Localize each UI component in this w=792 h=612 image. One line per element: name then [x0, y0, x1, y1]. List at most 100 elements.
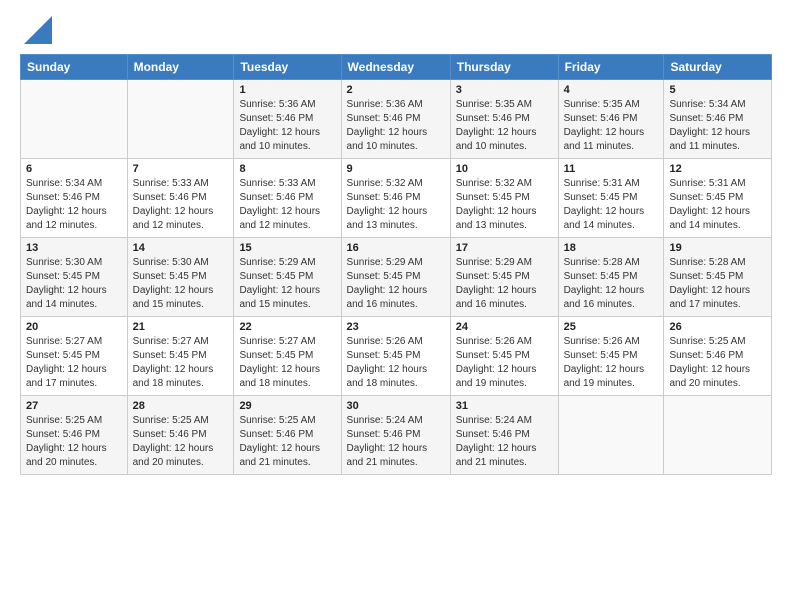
- day-info: Sunrise: 5:25 AMSunset: 5:46 PMDaylight:…: [239, 415, 320, 468]
- calendar-cell: 14 Sunrise: 5:30 AMSunset: 5:45 PMDayligh…: [127, 238, 234, 317]
- col-header-wednesday: Wednesday: [341, 55, 450, 80]
- day-info: Sunrise: 5:26 AMSunset: 5:45 PMDaylight:…: [456, 336, 537, 389]
- calendar-cell: 7Sunrise: 5:33 AMSunset: 5:46 PMDaylight…: [127, 159, 234, 238]
- col-header-friday: Friday: [558, 55, 664, 80]
- day-info: Sunrise: 5:32 AMSunset: 5:45 PMDaylight:…: [456, 178, 537, 231]
- calendar-week-2: 13 Sunrise: 5:30 AMSunset: 5:45 PMDayligh…: [21, 238, 772, 317]
- calendar-cell: 30 Sunrise: 5:24 AMSunset: 5:46 PMDayligh…: [341, 396, 450, 475]
- calendar-cell: 8 Sunrise: 5:33 AMSunset: 5:46 PMDaylight…: [234, 159, 341, 238]
- day-number: 17: [456, 242, 553, 254]
- day-info: Sunrise: 5:24 AMSunset: 5:46 PMDaylight:…: [456, 415, 537, 468]
- calendar-cell: 19 Sunrise: 5:28 AMSunset: 5:45 PMDayligh…: [664, 238, 772, 317]
- day-info: Sunrise: 5:31 AMSunset: 5:45 PMDaylight:…: [564, 178, 645, 231]
- calendar-cell: 9Sunrise: 5:32 AMSunset: 5:46 PMDaylight…: [341, 159, 450, 238]
- calendar-cell: 27Sunrise: 5:25 AMSunset: 5:46 PMDayligh…: [21, 396, 128, 475]
- day-number: 27: [26, 400, 122, 412]
- day-number: 31: [456, 400, 553, 412]
- day-number: 25: [564, 321, 659, 333]
- day-number: 2: [347, 84, 445, 96]
- calendar-cell: [21, 80, 128, 159]
- day-info: Sunrise: 5:27 AMSunset: 5:45 PMDaylight:…: [133, 336, 214, 389]
- calendar-cell: 3 Sunrise: 5:35 AMSunset: 5:46 PMDaylight…: [450, 80, 558, 159]
- day-info: Sunrise: 5:25 AMSunset: 5:46 PMDaylight:…: [669, 336, 750, 389]
- day-number: 28: [133, 400, 229, 412]
- calendar-cell: 31 Sunrise: 5:24 AMSunset: 5:46 PMDayligh…: [450, 396, 558, 475]
- day-number: 11: [564, 163, 659, 175]
- calendar-cell: 18Sunrise: 5:28 AMSunset: 5:45 PMDayligh…: [558, 238, 664, 317]
- calendar-cell: 28 Sunrise: 5:25 AMSunset: 5:46 PMDayligh…: [127, 396, 234, 475]
- day-number: 22: [239, 321, 335, 333]
- col-header-monday: Monday: [127, 55, 234, 80]
- calendar-week-4: 27 Sunrise: 5:25 AMSunset: 5:46 PMDayligh…: [21, 396, 772, 475]
- day-info: Sunrise: 5:26 AMSunset: 5:45 PMDaylight:…: [564, 336, 645, 389]
- day-info: Sunrise: 5:31 AMSunset: 5:45 PMDaylight:…: [669, 178, 750, 231]
- day-number: 29: [239, 400, 335, 412]
- day-info: Sunrise: 5:30 AMSunset: 5:45 PMDaylight:…: [26, 257, 107, 310]
- day-number: 13: [26, 242, 122, 254]
- calendar-cell: 12 Sunrise: 5:31 AMSunset: 5:45 PMDayligh…: [664, 159, 772, 238]
- calendar-cell: 15Sunrise: 5:29 AMSunset: 5:45 PMDayligh…: [234, 238, 341, 317]
- calendar-cell: 23 Sunrise: 5:26 AMSunset: 5:45 PMDayligh…: [341, 317, 450, 396]
- calendar-cell: [558, 396, 664, 475]
- calendar-cell: 20Sunrise: 5:27 AMSunset: 5:45 PMDayligh…: [21, 317, 128, 396]
- col-header-tuesday: Tuesday: [234, 55, 341, 80]
- header: [20, 16, 772, 44]
- calendar-week-3: 20Sunrise: 5:27 AMSunset: 5:45 PMDayligh…: [21, 317, 772, 396]
- calendar-cell: 1 Sunrise: 5:36 AMSunset: 5:46 PMDaylight…: [234, 80, 341, 159]
- day-number: 26: [669, 321, 766, 333]
- day-info: Sunrise: 5:28 AMSunset: 5:45 PMDaylight:…: [564, 257, 645, 310]
- day-number: 19: [669, 242, 766, 254]
- day-number: 23: [347, 321, 445, 333]
- day-info: Sunrise: 5:33 AMSunset: 5:46 PMDaylight:…: [133, 178, 214, 231]
- day-number: 16: [347, 242, 445, 254]
- day-number: 4: [564, 84, 659, 96]
- day-number: 30: [347, 400, 445, 412]
- day-number: 12: [669, 163, 766, 175]
- calendar-cell: [127, 80, 234, 159]
- day-info: Sunrise: 5:26 AMSunset: 5:45 PMDaylight:…: [347, 336, 428, 389]
- day-number: 14: [133, 242, 229, 254]
- calendar-cell: 16 Sunrise: 5:29 AMSunset: 5:45 PMDayligh…: [341, 238, 450, 317]
- day-info: Sunrise: 5:33 AMSunset: 5:46 PMDaylight:…: [239, 178, 320, 231]
- calendar-cell: 13 Sunrise: 5:30 AMSunset: 5:45 PMDayligh…: [21, 238, 128, 317]
- day-number: 8: [239, 163, 335, 175]
- day-info: Sunrise: 5:27 AMSunset: 5:45 PMDaylight:…: [26, 336, 107, 389]
- calendar-table: SundayMondayTuesdayWednesdayThursdayFrid…: [20, 54, 772, 475]
- day-info: Sunrise: 5:32 AMSunset: 5:46 PMDaylight:…: [347, 178, 428, 231]
- calendar-cell: 6 Sunrise: 5:34 AMSunset: 5:46 PMDaylight…: [21, 159, 128, 238]
- calendar-week-0: 1 Sunrise: 5:36 AMSunset: 5:46 PMDaylight…: [21, 80, 772, 159]
- day-number: 3: [456, 84, 553, 96]
- calendar-cell: 2Sunrise: 5:36 AMSunset: 5:46 PMDaylight…: [341, 80, 450, 159]
- day-number: 15: [239, 242, 335, 254]
- day-info: Sunrise: 5:29 AMSunset: 5:45 PMDaylight:…: [347, 257, 428, 310]
- day-info: Sunrise: 5:34 AMSunset: 5:46 PMDaylight:…: [26, 178, 107, 231]
- day-info: Sunrise: 5:35 AMSunset: 5:46 PMDaylight:…: [564, 99, 645, 152]
- calendar-cell: 11 Sunrise: 5:31 AMSunset: 5:45 PMDayligh…: [558, 159, 664, 238]
- logo-icon: [24, 16, 52, 44]
- calendar-cell: 10 Sunrise: 5:32 AMSunset: 5:45 PMDayligh…: [450, 159, 558, 238]
- day-number: 21: [133, 321, 229, 333]
- page: SundayMondayTuesdayWednesdayThursdayFrid…: [0, 0, 792, 612]
- day-info: Sunrise: 5:28 AMSunset: 5:45 PMDaylight:…: [669, 257, 750, 310]
- col-header-sunday: Sunday: [21, 55, 128, 80]
- day-number: 6: [26, 163, 122, 175]
- calendar-cell: 24 Sunrise: 5:26 AMSunset: 5:45 PMDayligh…: [450, 317, 558, 396]
- calendar-cell: 4 Sunrise: 5:35 AMSunset: 5:46 PMDaylight…: [558, 80, 664, 159]
- day-number: 1: [239, 84, 335, 96]
- calendar-cell: [664, 396, 772, 475]
- day-info: Sunrise: 5:24 AMSunset: 5:46 PMDaylight:…: [347, 415, 428, 468]
- calendar-cell: 26 Sunrise: 5:25 AMSunset: 5:46 PMDayligh…: [664, 317, 772, 396]
- col-header-saturday: Saturday: [664, 55, 772, 80]
- day-number: 24: [456, 321, 553, 333]
- day-info: Sunrise: 5:36 AMSunset: 5:46 PMDaylight:…: [239, 99, 320, 152]
- col-header-thursday: Thursday: [450, 55, 558, 80]
- calendar-cell: 21 Sunrise: 5:27 AMSunset: 5:45 PMDayligh…: [127, 317, 234, 396]
- day-info: Sunrise: 5:35 AMSunset: 5:46 PMDaylight:…: [456, 99, 537, 152]
- calendar-cell: 5Sunrise: 5:34 AMSunset: 5:46 PMDaylight…: [664, 80, 772, 159]
- day-info: Sunrise: 5:34 AMSunset: 5:46 PMDaylight:…: [669, 99, 750, 152]
- day-info: Sunrise: 5:30 AMSunset: 5:45 PMDaylight:…: [133, 257, 214, 310]
- calendar-cell: 25 Sunrise: 5:26 AMSunset: 5:45 PMDayligh…: [558, 317, 664, 396]
- day-number: 10: [456, 163, 553, 175]
- day-info: Sunrise: 5:25 AMSunset: 5:46 PMDaylight:…: [133, 415, 214, 468]
- calendar-cell: 29 Sunrise: 5:25 AMSunset: 5:46 PMDayligh…: [234, 396, 341, 475]
